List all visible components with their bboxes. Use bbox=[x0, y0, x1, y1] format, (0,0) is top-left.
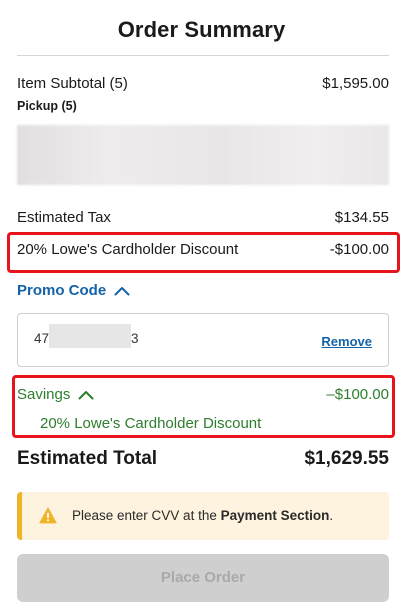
alert-accent-bar bbox=[17, 492, 22, 540]
estimated-tax-row: Estimated Tax $134.55 bbox=[17, 209, 389, 226]
estimated-tax-value: $134.55 bbox=[334, 209, 389, 226]
discount-highlight-box bbox=[7, 232, 400, 273]
savings-highlight-box bbox=[12, 375, 395, 438]
pickup-label: Pickup (5) bbox=[17, 99, 77, 113]
remove-promo-link[interactable]: Remove bbox=[321, 334, 372, 349]
promo-code-prefix: 47 bbox=[34, 331, 50, 346]
estimated-tax-label: Estimated Tax bbox=[17, 209, 111, 226]
alert-text-after: . bbox=[329, 508, 334, 523]
alert-text-bold: Payment Section bbox=[220, 508, 330, 523]
alert-message: Please enter CVV at the Payment Section. bbox=[72, 508, 333, 523]
chevron-up-icon bbox=[114, 286, 130, 295]
promo-code-label: Promo Code bbox=[17, 282, 107, 299]
estimated-total-row: Estimated Total $1,629.55 bbox=[17, 448, 389, 470]
promo-code-redaction bbox=[49, 324, 131, 348]
item-subtotal-row: Item Subtotal (5) $1,595.00 bbox=[17, 75, 389, 92]
promo-code-toggle[interactable]: Promo Code bbox=[17, 282, 130, 299]
item-subtotal-label: Item Subtotal (5) bbox=[17, 75, 128, 92]
title-divider bbox=[17, 55, 389, 56]
estimated-total-value: $1,629.55 bbox=[304, 448, 389, 469]
alert-text-before: Please enter CVV at the bbox=[72, 508, 221, 523]
estimated-total-label: Estimated Total bbox=[17, 448, 158, 469]
item-subtotal-value: $1,595.00 bbox=[322, 75, 389, 92]
cvv-alert: Please enter CVV at the Payment Section. bbox=[17, 492, 389, 540]
warning-icon bbox=[39, 507, 57, 524]
order-summary-title: Order Summary bbox=[117, 17, 286, 42]
blurred-item-area bbox=[17, 125, 389, 185]
applied-promo-field: 47 3 Remove bbox=[17, 313, 389, 367]
promo-code-suffix: 3 bbox=[131, 331, 139, 346]
place-order-button[interactable]: Place Order bbox=[17, 554, 389, 602]
